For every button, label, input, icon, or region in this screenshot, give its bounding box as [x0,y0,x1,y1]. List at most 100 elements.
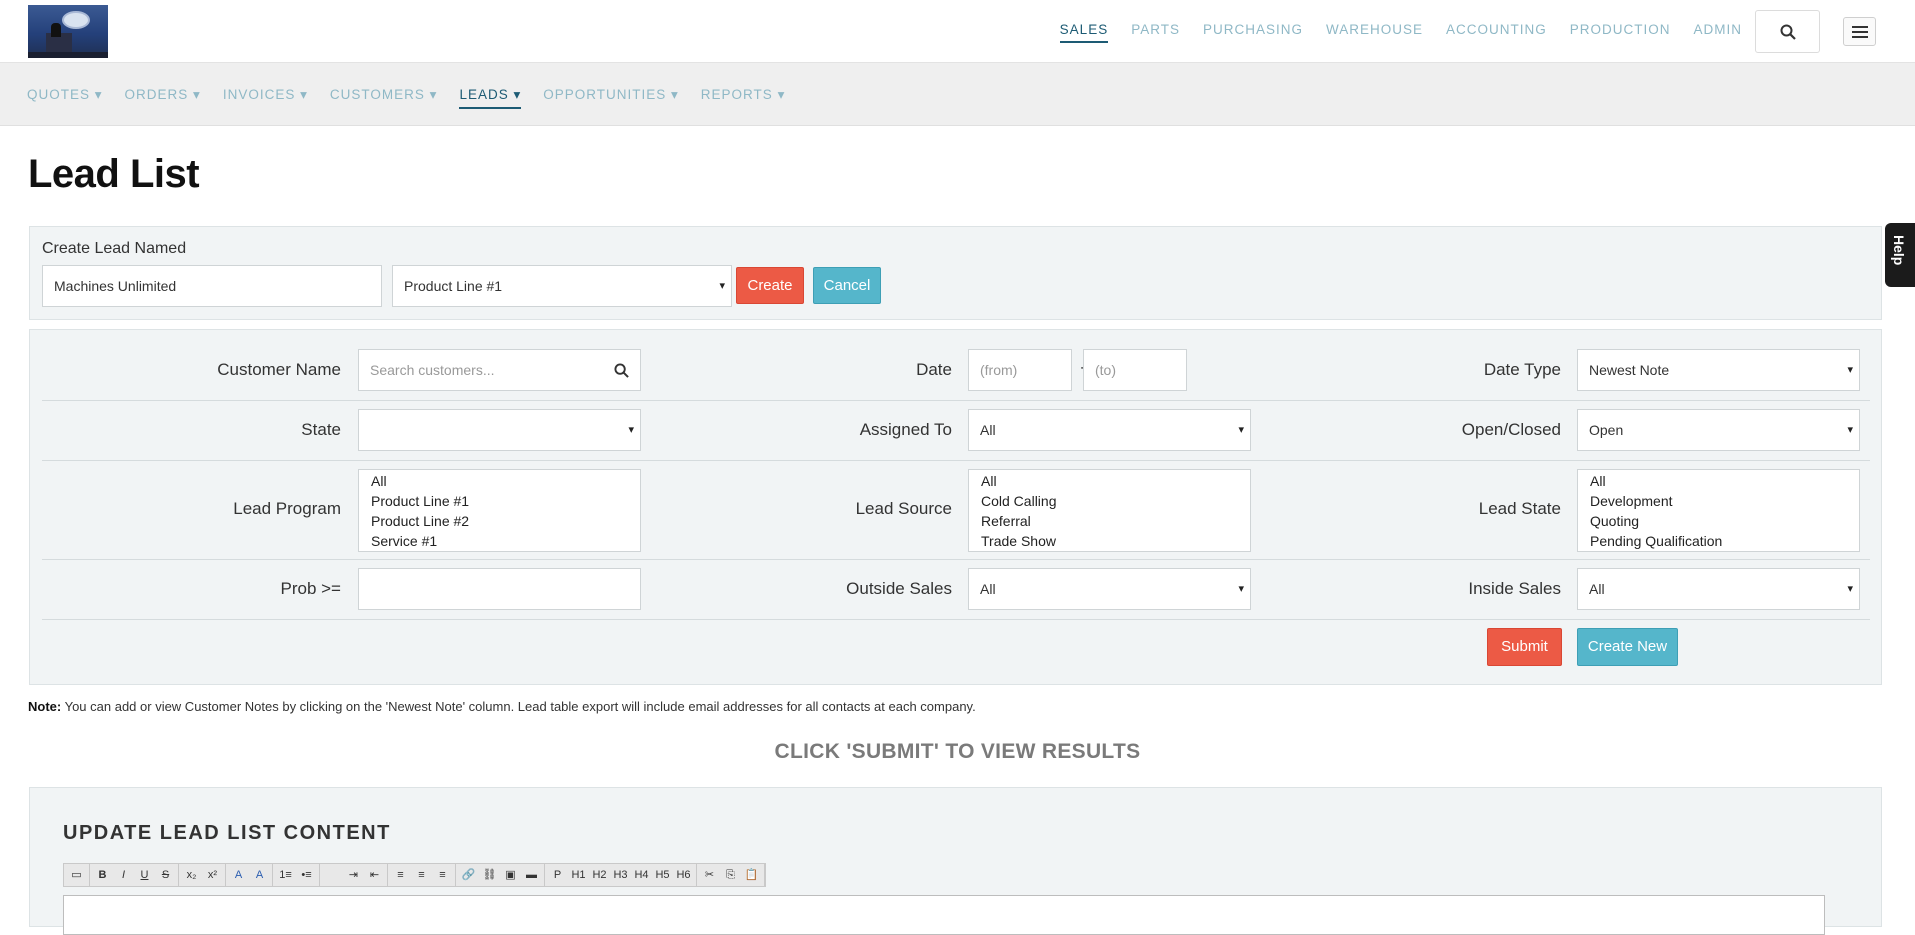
nav-production[interactable]: PRODUCTION [1570,22,1671,43]
outdent-icon[interactable]: ⇤ [364,865,385,885]
date-type-select[interactable]: Newest Note ▾ [1577,349,1860,391]
lead-source-listbox[interactable]: All Cold Calling Referral Trade Show [968,469,1251,552]
lead-program-listbox[interactable]: All Product Line #1 Product Line #2 Serv… [358,469,641,552]
lead-program-label: Lead Program [233,499,341,518]
image-icon[interactable]: ▣ [500,865,521,885]
nav-warehouse[interactable]: WAREHOUSE [1326,22,1423,43]
outside-sales-select[interactable]: All ▾ [968,568,1251,610]
strikethrough-icon[interactable]: S [155,865,176,885]
outside-sales-value: All [980,581,996,597]
hamburger-menu-button[interactable] [1843,17,1876,46]
date-type-value: Newest Note [1589,362,1670,378]
heading1-icon[interactable]: H1 [568,865,589,885]
heading4-icon[interactable]: H4 [631,865,652,885]
customer-search-placeholder: Search customers... [370,362,495,378]
align-center-icon[interactable]: ≡ [411,865,432,885]
open-closed-select[interactable]: Open ▾ [1577,409,1860,451]
lead-name-input[interactable]: Machines Unlimited [42,265,382,307]
align-right-icon[interactable]: ≡ [432,865,453,885]
bold-icon[interactable]: B [92,865,113,885]
create-new-button[interactable]: Create New [1577,628,1678,666]
date-type-label: Date Type [1483,360,1561,379]
lead-state-listbox[interactable]: All Development Quoting Pending Qualific… [1577,469,1860,552]
heading2-icon[interactable]: H2 [589,865,610,885]
link-icon[interactable]: 🔗 [458,865,479,885]
state-select[interactable]: ▾ [358,409,641,451]
create-button[interactable]: Create [736,267,804,304]
superscript-icon[interactable]: x² [202,865,223,885]
indent-icon[interactable]: ⇥ [343,865,364,885]
list-item[interactable]: Service #1 [371,531,628,551]
lead-state-label: Lead State [1478,499,1561,518]
subnav-leads[interactable]: LEADS ▾ [459,87,522,109]
top-header: SALES PARTS PURCHASING WAREHOUSE ACCOUNT… [0,0,1915,63]
date-to-input[interactable]: (to) [1083,349,1187,391]
assigned-to-select[interactable]: All ▾ [968,409,1251,451]
numbered-list-icon[interactable]: 1≡ [275,865,296,885]
align-left-icon[interactable]: ≡ [390,865,411,885]
company-logo[interactable] [28,5,108,58]
toolbar-spacer [322,865,343,885]
global-search-button[interactable] [1755,10,1820,53]
date-from-input[interactable]: (from) [968,349,1072,391]
update-content-panel: UPDATE LEAD LIST CONTENT ▭ B I U S x₂ x²… [29,787,1882,935]
heading5-icon[interactable]: H5 [652,865,673,885]
subnav-invoices[interactable]: INVOICES ▾ [223,87,308,109]
subnav-orders[interactable]: ORDERS ▾ [125,87,201,109]
list-item[interactable]: All [371,471,628,491]
search-icon[interactable] [614,363,629,378]
prob-input[interactable] [358,568,641,610]
list-item[interactable]: All [981,471,1238,491]
text-color-icon[interactable]: A [228,865,249,885]
customer-name-label: Customer Name [217,360,341,379]
cut-icon[interactable]: ✂ [699,865,720,885]
list-item[interactable]: Referral [981,511,1238,531]
heading3-icon[interactable]: H3 [610,865,631,885]
nav-accounting[interactable]: ACCOUNTING [1446,22,1547,43]
paragraph-icon[interactable]: P [547,865,568,885]
nav-parts[interactable]: PARTS [1131,22,1180,43]
subscript-icon[interactable]: x₂ [181,865,202,885]
customer-search-input[interactable]: Search customers... [358,349,641,391]
copy-icon[interactable]: ⎘ [720,865,741,885]
background-color-icon[interactable]: A [249,865,270,885]
unlink-icon[interactable]: ⛓ [479,865,500,885]
horizontal-rule-icon[interactable]: ▬ [521,865,542,885]
subnav-reports[interactable]: REPORTS ▾ [701,87,786,109]
italic-icon[interactable]: I [113,865,134,885]
bulleted-list-icon[interactable]: •≡ [296,865,317,885]
nav-sales[interactable]: SALES [1059,22,1109,43]
list-item[interactable]: Cold Calling [981,491,1238,511]
cancel-button[interactable]: Cancel [813,267,881,304]
assigned-to-label: Assigned To [859,420,952,439]
heading6-icon[interactable]: H6 [673,865,694,885]
inside-sales-select[interactable]: All ▾ [1577,568,1860,610]
nav-admin[interactable]: ADMIN [1694,22,1743,43]
list-item[interactable]: Product Line #2 [371,511,628,531]
chevron-down-icon: ▾ [1847,364,1853,376]
row-divider [42,400,1870,401]
list-item[interactable]: Pending Qualification [1590,531,1847,551]
list-item[interactable]: Development [1590,491,1847,511]
list-item[interactable]: Quoting [1590,511,1847,531]
prob-label: Prob >= [280,579,342,598]
submit-prompt-message: CLICK 'SUBMIT' TO VIEW RESULTS [774,740,1141,763]
content-editor[interactable] [63,895,1825,935]
hamburger-icon [1852,26,1868,28]
submit-button[interactable]: Submit [1487,628,1562,666]
help-tab[interactable]: Help [1885,223,1915,287]
subnav-opportunities[interactable]: OPPORTUNITIES ▾ [543,87,679,109]
list-item[interactable]: Product Line #1 [371,491,628,511]
subnav-quotes[interactable]: QUOTES ▾ [27,87,103,109]
subnav-customers[interactable]: CUSTOMERS ▾ [330,87,438,109]
lead-program-select[interactable]: Product Line #1 ▾ [392,265,732,307]
underline-icon[interactable]: U [134,865,155,885]
paste-icon[interactable]: 📋 [741,865,762,885]
list-item[interactable]: All [1590,471,1847,491]
nav-purchasing[interactable]: PURCHASING [1203,22,1303,43]
toolbar-source-icon[interactable]: ▭ [66,865,87,885]
list-item[interactable]: Trade Show [981,531,1238,551]
note-label: Note: [28,699,62,714]
chevron-down-icon: ▾ [1238,424,1244,436]
note-body: You can add or view Customer Notes by cl… [61,699,976,714]
